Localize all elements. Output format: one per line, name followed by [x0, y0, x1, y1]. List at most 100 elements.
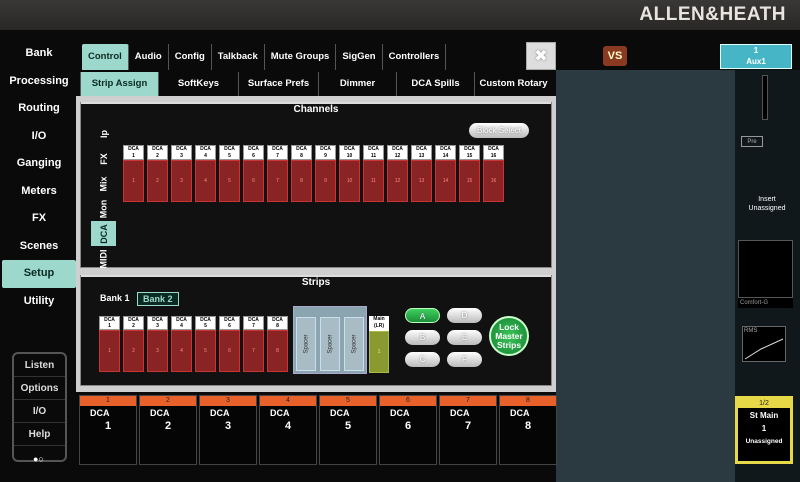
surface-strip-label: DCA 4 [171, 316, 192, 330]
dca-softkey[interactable]: 1 DCA 1 [79, 395, 137, 465]
channel-strip[interactable]: DCA 14 14 [435, 145, 456, 202]
dca-softkey[interactable]: 6 DCA 6 [379, 395, 437, 465]
channel-strip[interactable]: DCA 13 13 [411, 145, 432, 202]
layer-button-e[interactable]: E [447, 330, 482, 345]
channel-strip[interactable]: DCA 11 11 [363, 145, 384, 202]
source-tab-dca[interactable]: DCA [91, 221, 116, 246]
utility-item-io[interactable]: I/O [14, 400, 65, 423]
surface-strip[interactable]: DCA 66 [219, 316, 240, 372]
channel-strip-body: 9 [315, 160, 336, 202]
pre-button[interactable]: Pre [741, 136, 763, 147]
surface-strip[interactable]: DCA 11 [99, 316, 120, 372]
sidebar-item-processing[interactable]: Processing [2, 68, 76, 96]
vs-button[interactable]: VS [603, 46, 627, 66]
surface-strip[interactable]: DCA 44 [171, 316, 192, 372]
channel-strip[interactable]: DCA 88 [291, 145, 312, 202]
sidebar-item-io[interactable]: I/O [2, 123, 76, 151]
source-tab-ip[interactable]: Ip [91, 121, 116, 146]
channel-strip[interactable]: DCA 11 [123, 145, 144, 202]
tab-controllers[interactable]: Controllers [383, 44, 447, 70]
compressor-graph[interactable]: RMS [742, 326, 786, 362]
sidebar-item-routing[interactable]: Routing [2, 95, 76, 123]
channel-strip[interactable]: DCA 33 [171, 145, 192, 202]
channel-strip[interactable]: DCA 22 [147, 145, 168, 202]
subtab-surface-prefs[interactable]: Surface Prefs [238, 72, 318, 96]
channel-strip[interactable]: DCA 44 [195, 145, 216, 202]
tab-siggen[interactable]: SigGen [336, 44, 383, 70]
lock-master-strips-button[interactable]: Lock Master Strips [489, 316, 529, 356]
dca-softkey[interactable]: 3 DCA 3 [199, 395, 257, 465]
utility-item-listen[interactable]: Listen [14, 354, 65, 377]
sidebar-item-setup[interactable]: Setup [2, 260, 76, 288]
close-button[interactable]: ✖ [526, 42, 556, 70]
tab-audio[interactable]: Audio [129, 44, 169, 70]
dca-softkey[interactable]: 5 DCA 5 [319, 395, 377, 465]
source-tab-mix[interactable]: Mix [91, 171, 116, 196]
dca-softkey[interactable]: 7 DCA 7 [439, 395, 497, 465]
layer-button-f[interactable]: F [447, 352, 482, 367]
spacer-label: Spacer [351, 334, 358, 354]
bank-1-button[interactable]: Bank 1 [95, 292, 135, 304]
st-main-strip[interactable]: 1/2 St Main 1 Unassigned [735, 396, 793, 464]
surface-strip[interactable]: DCA 88 [267, 316, 288, 372]
subtab-strip-assign[interactable]: Strip Assign [80, 72, 158, 96]
utility-item-options[interactable]: Options [14, 377, 65, 400]
source-tab-mon[interactable]: Mon [91, 196, 116, 221]
dca-softkey[interactable]: 8 DCA 8 [499, 395, 557, 465]
layer-button-c[interactable]: C [405, 352, 440, 367]
main-lr-strip[interactable]: Main (LR) 1 [369, 316, 389, 373]
spacer-strip[interactable]: Spacer [296, 317, 316, 371]
spacer-label: Spacer [303, 334, 310, 354]
subtab-softkeys[interactable]: SoftKeys [158, 72, 238, 96]
source-tab-midi[interactable]: MIDI [91, 246, 116, 271]
surface-strip-body: 1 [99, 330, 120, 372]
channel-strip[interactable]: DCA 12 12 [387, 145, 408, 202]
channel-strip[interactable]: DCA 66 [243, 145, 264, 202]
insert-status[interactable]: Insert Unassigned [737, 195, 797, 213]
sidebar-item-bank[interactable]: Bank [2, 40, 76, 68]
layer-button-b[interactable]: B [405, 330, 440, 345]
channel-strip[interactable]: DCA 99 [315, 145, 336, 202]
channels-box: Channels Ip FX Mix Mon DCA MIDI Block Select … [80, 102, 552, 268]
peq-display[interactable] [738, 240, 793, 298]
tab-mute-groups[interactable]: Mute Groups [265, 44, 337, 70]
spacer-strip[interactable]: Spacer [344, 317, 364, 371]
sidebar-item-fx[interactable]: FX [2, 205, 76, 233]
source-tab-label: DCA [98, 223, 109, 244]
dca-softkey[interactable]: 4 DCA 4 [259, 395, 317, 465]
surface-strip[interactable]: DCA 22 [123, 316, 144, 372]
surface-strip[interactable]: DCA 77 [243, 316, 264, 372]
sidebar-item-utility[interactable]: Utility [2, 288, 76, 316]
channel-strip[interactable]: DCA 55 [219, 145, 240, 202]
layer-button-a[interactable]: A [405, 308, 440, 323]
channel-strip[interactable]: DCA 10 10 [339, 145, 360, 202]
surface-strip[interactable]: DCA 33 [147, 316, 168, 372]
sidebar-item-meters[interactable]: Meters [2, 178, 76, 206]
sidebar-item-scenes[interactable]: Scenes [2, 233, 76, 261]
subtab-dca-spills[interactable]: DCA Spills [396, 72, 474, 96]
dca-softkey-num: 5 [320, 396, 376, 406]
block-select-button[interactable]: Block Select [469, 123, 529, 138]
source-tab-fx[interactable]: FX [91, 146, 116, 171]
aux-select-button[interactable]: 1 Aux1 [720, 44, 792, 69]
sidebar-item-ganging[interactable]: Ganging [2, 150, 76, 178]
bank-2-button[interactable]: Bank 2 [137, 292, 179, 306]
tab-talkback[interactable]: Talkback [212, 44, 265, 70]
top-tabs: Control Audio Config Talkback Mute Groups Sig… [82, 44, 447, 70]
surface-strip-label: DCA 8 [267, 316, 288, 330]
channel-strip-label: DCA 14 [435, 145, 456, 160]
dca-softkey[interactable]: 2 DCA 2 [139, 395, 197, 465]
tab-control[interactable]: Control [82, 44, 129, 70]
surface-strip[interactable]: DCA 55 [195, 316, 216, 372]
subtab-dimmer[interactable]: Dimmer [318, 72, 396, 96]
tab-config[interactable]: Config [169, 44, 212, 70]
strips-title-text: Strips [297, 277, 335, 288]
channel-strip[interactable]: DCA 15 15 [459, 145, 480, 202]
spacer-strip[interactable]: Spacer [320, 317, 340, 371]
channel-strip-label: DCA 6 [243, 145, 264, 160]
channel-strip[interactable]: DCA 77 [267, 145, 288, 202]
utility-item-help[interactable]: Help [14, 423, 65, 446]
channel-strip[interactable]: DCA 16 16 [483, 145, 504, 202]
layer-button-d[interactable]: D [447, 308, 482, 323]
subtab-custom-rotary[interactable]: Custom Rotary [474, 72, 552, 96]
